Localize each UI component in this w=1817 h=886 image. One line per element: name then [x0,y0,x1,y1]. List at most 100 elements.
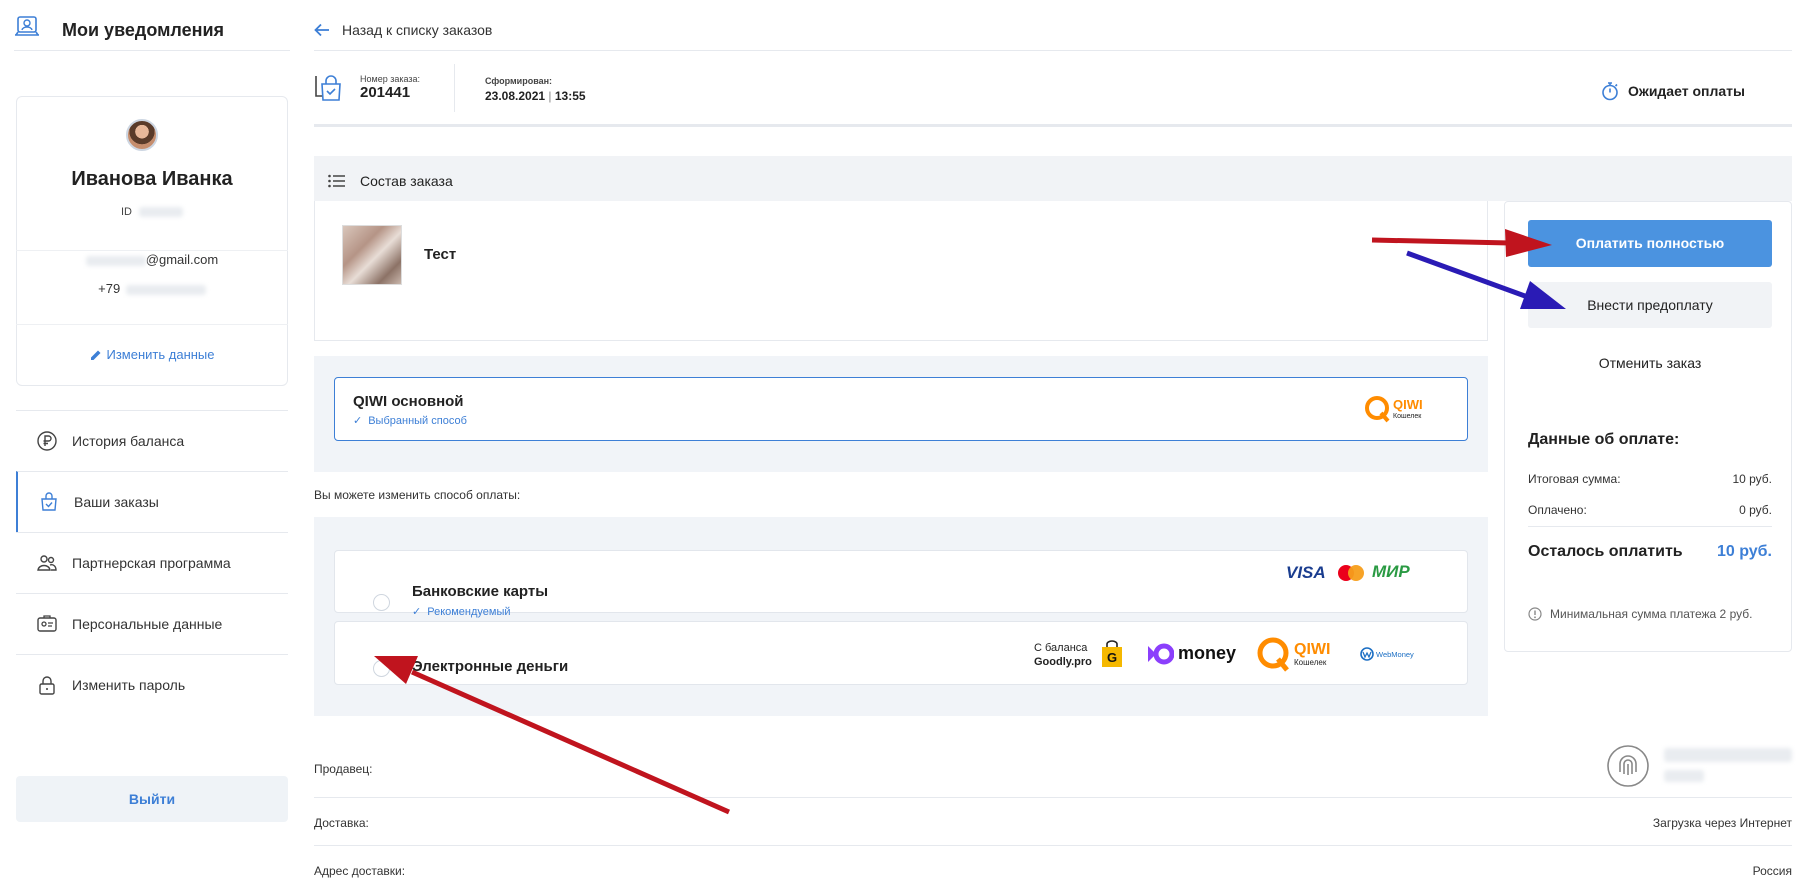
logout-button[interactable]: Выйти [16,776,288,822]
composition-title: Состав заказа [360,173,453,189]
payment-total-label: Итоговая сумма: [1528,472,1621,486]
fingerprint-icon [1607,745,1649,787]
notifications-icon [15,16,39,36]
goodly-bag-icon: G [1102,640,1122,667]
sidebar-title: Мои уведомления [62,20,225,40]
sidebar-item-partners[interactable]: Партнерская программа [16,532,288,593]
min-payment-note-label: Минимальная сумма платежа 2 руб. [1550,607,1753,621]
method-e-money-name: Электронные деньги [412,658,569,675]
order-created-label: Сформирован: [485,76,553,86]
sidebar-item-label: История баланса [72,433,185,449]
selected-method-card[interactable] [334,377,1468,441]
profile-phone-redacted [125,284,206,295]
payment-left-value: 10 руб. [1716,543,1772,560]
stopwatch-icon [1602,82,1618,101]
radio-e-money[interactable] [373,660,390,677]
address-value: Россия [1752,864,1792,878]
seller-label: Продавец: [314,762,373,776]
profile-divider [16,250,288,251]
cancel-order-button[interactable]: Отменить заказ [1528,355,1772,379]
info-icon [1528,607,1542,621]
orders-icon [41,492,57,511]
edit-profile-label: Изменить данные [106,347,215,362]
header-divider [314,50,1792,51]
payment-panel [1504,201,1792,652]
qiwi-wallet-text: QIWI [1294,641,1330,658]
composition-header [314,156,1792,201]
selected-method-name: QIWI основной [353,393,464,410]
payment-data-title: Данные об оплате: [1528,431,1680,448]
pay-full-button[interactable]: Оплатить полностью [1528,220,1772,267]
mir-logo: МИР [1372,562,1410,581]
profile-email-suffix: @gmail.com [145,252,219,267]
payment-total-value: 10 руб. [1732,472,1772,486]
payment-paid-label: Оплачено: [1528,503,1587,517]
qiwi-logo-text: QIWI [1393,397,1423,412]
arrow-left-icon [314,23,329,37]
yoomoney-logo-text: money [1178,643,1237,663]
webmoney-logo-icon: WebMoney [1360,647,1414,661]
avatar[interactable] [126,119,158,151]
profile-name: Иванова Иванка [71,168,233,190]
sidebar-item-orders[interactable]: Ваши заказы [16,471,288,532]
method-bank-cards-sub: ✓ Рекомендуемый [412,605,511,618]
profile-phone: +79 [16,281,288,296]
seller-name-redacted [1664,748,1792,762]
goodly-line1: С баланса [1034,642,1088,654]
check-icon: ✓ [353,415,363,427]
payment-paid-value: 0 руб. [1739,503,1772,517]
delivery-label: Доставка: [314,816,369,830]
order-number-value: 201441 [360,84,411,101]
sidebar-item-balance-history[interactable]: История баланса [16,410,288,471]
order-created: Сформирован: 23.08.2021 | 13:55 [485,76,586,103]
back-label: Назад к списку заказов [342,22,493,38]
sidebar-menu: История баланса Ваши заказы Партнерская … [16,410,288,715]
profile-divider [16,324,288,325]
method-bank-cards-sub-label: Рекомендуемый [427,606,511,618]
sidebar-item-label: Партнерская программа [72,555,231,571]
min-payment-note: Минимальная сумма платежа 2 руб. [1528,607,1752,621]
header-bottom-line [314,124,1792,127]
order-created-date: 23.08.2021 [485,89,546,103]
back-to-orders-link[interactable]: Назад к списку заказов [314,22,492,38]
id-card-icon [37,615,57,632]
payment-paid-row: Оплачено: 0 руб. [1528,503,1772,517]
sidebar-item-personal-data[interactable]: Персональные данные [16,593,288,654]
goodly-line2: Goodly.pro [1034,656,1092,668]
partners-icon [37,555,57,571]
profile-id: ID [16,206,288,218]
profile-id-label: ID [120,206,132,218]
selected-method-sub-label: Выбранный способ [368,415,467,427]
payment-left-label: Осталось оплатить [1528,543,1683,560]
item-thumbnail[interactable] [342,225,402,285]
order-status-label: Ожидает оплаты [1628,83,1745,99]
order-number: Номер заказа: 201441 [360,74,420,101]
delivery-value: Загрузка через Интернет [1652,816,1792,830]
radio-bank-cards[interactable] [373,594,390,611]
webmoney-text: WebMoney [1376,650,1414,659]
payment-total-row: Итоговая сумма: 10 руб. [1528,472,1772,486]
lock-icon [39,676,55,695]
qiwi-wallet-sub: Кошелек [1294,658,1327,667]
order-created-value: 23.08.2021 | 13:55 [485,89,586,103]
sidebar-item-change-password[interactable]: Изменить пароль [16,654,288,715]
mastercard-icon [1338,565,1364,581]
item-name[interactable]: Тест [424,246,456,263]
goodly-balance-logo: С баланса Goodly.pro [1034,641,1092,669]
sidebar-item-label: Персональные данные [72,616,223,632]
profile-id-redacted [139,207,184,218]
sidebar-divider [14,50,290,51]
method-bank-cards-name: Банковские карты [412,583,549,600]
goodly-icon-letter: G [1107,650,1117,665]
qiwi-logo-icon: QIWI Кошелек [1365,396,1423,423]
info-row-address: Адрес доставки: Россия [314,846,1792,886]
profile-phone-prefix: +79 [98,281,121,296]
prepay-button[interactable]: Внести предоплату [1528,282,1772,328]
order-bag-icon [315,75,341,101]
visa-logo: VISA [1286,563,1326,582]
profile-email-redacted [85,255,146,266]
sidebar-item-label: Изменить пароль [72,677,186,693]
header-separator [454,64,455,112]
edit-profile-link[interactable]: Изменить данные [16,347,288,362]
order-item-box [314,201,1488,341]
